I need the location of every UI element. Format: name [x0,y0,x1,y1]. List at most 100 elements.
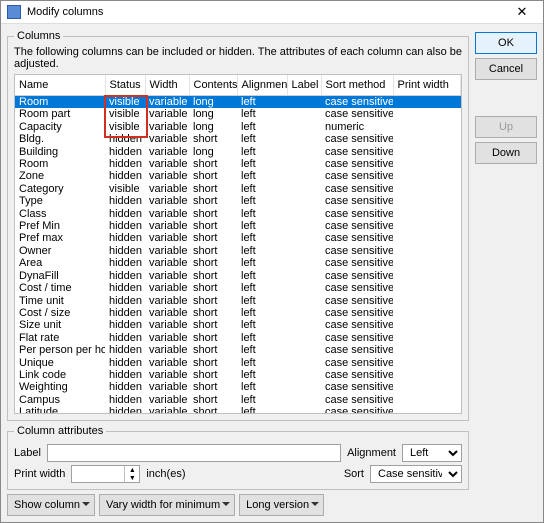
cell-sort: case sensitive [321,369,393,381]
column-header[interactable]: Contents [189,75,237,96]
cell-pw [393,394,461,406]
table-row[interactable]: Buildinghiddenvariablelongleftcase sensi… [15,146,461,158]
cell-width: variable [145,332,189,344]
table-row[interactable]: Cost / timehiddenvariableshortleftcase s… [15,282,461,294]
table-row[interactable]: Pref Minhiddenvariableshortleftcase sens… [15,220,461,232]
cell-align: left [237,257,287,269]
vary-width-dropdown[interactable]: Vary width for minimum [99,494,235,516]
table-row[interactable]: Roomvisiblevariablelongleftcase sensitiv… [15,96,461,109]
column-header[interactable]: Alignment [237,75,287,96]
cell-sort: case sensitive [321,220,393,232]
cell-align: left [237,406,287,414]
cell-align: left [237,307,287,319]
cell-contents: short [189,406,237,414]
cell-align: left [237,381,287,393]
cell-label [287,195,321,207]
table-row[interactable]: Capacityvisiblevariablelongleftnumeric [15,121,461,133]
cell-pw [393,282,461,294]
cell-pw [393,245,461,257]
spin-up-icon[interactable]: ▲ [125,466,139,474]
cell-label [287,158,321,170]
attributes-legend: Column attributes [14,425,106,437]
cell-label [287,146,321,158]
column-header[interactable]: Width [145,75,189,96]
table-row[interactable]: Bldg.hiddenvariableshortleftcase sensiti… [15,133,461,145]
cell-contents: short [189,394,237,406]
cell-sort: case sensitive [321,96,393,109]
table-row[interactable]: Latitudehiddenvariableshortleftcase sens… [15,406,461,414]
table-row[interactable]: Time unithiddenvariableshortleftcase sen… [15,295,461,307]
cell-label [287,183,321,195]
table-row[interactable]: Uniquehiddenvariableshortleftcase sensit… [15,357,461,369]
cell-width: variable [145,108,189,120]
cell-width: variable [145,158,189,170]
alignment-caption: Alignment [347,447,396,459]
columns-table[interactable]: NameStatusWidthContentsAlignmentLabelSor… [15,75,461,414]
long-version-dropdown[interactable]: Long version [239,494,324,516]
cell-status: hidden [105,133,145,145]
column-header[interactable]: Status [105,75,145,96]
cell-contents: short [189,307,237,319]
cell-align: left [237,295,287,307]
table-row[interactable]: Weightinghiddenvariableshortleftcase sen… [15,381,461,393]
column-header[interactable]: Print width [393,75,461,96]
table-row[interactable]: Typehiddenvariableshortleftcase sensitiv… [15,195,461,207]
table-row[interactable]: Campushiddenvariableshortleftcase sensit… [15,394,461,406]
cell-status: hidden [105,332,145,344]
cell-pw [393,121,461,133]
table-row[interactable]: Categoryvisiblevariableshortleftcase sen… [15,183,461,195]
window-title: Modify columns [27,6,507,18]
cell-contents: long [189,96,237,109]
cell-pw [393,96,461,109]
table-row[interactable]: Link codehiddenvariableshortleftcase sen… [15,369,461,381]
cell-status: visible [105,121,145,133]
cell-status: hidden [105,357,145,369]
cell-status: hidden [105,319,145,331]
titlebar[interactable]: Modify columns ✕ [1,1,543,24]
cancel-button[interactable]: Cancel [475,58,537,80]
down-button[interactable]: Down [475,142,537,164]
cell-name: Bldg. [15,133,105,145]
table-row[interactable]: Zonehiddenvariableshortleftcase sensitiv… [15,170,461,182]
spin-down-icon[interactable]: ▼ [125,474,139,482]
table-row[interactable]: Classhiddenvariableshortleftcase sensiti… [15,208,461,220]
label-field[interactable] [47,444,341,462]
cell-contents: short [189,381,237,393]
printwidth-caption: Print width [14,468,65,480]
table-row[interactable]: Size unithiddenvariableshortleftcase sen… [15,319,461,331]
chevron-down-icon [82,500,90,508]
cell-name: Campus [15,394,105,406]
show-column-dropdown[interactable]: Show column [7,494,95,516]
cell-width: variable [145,183,189,195]
printwidth-field[interactable] [72,466,124,482]
cell-align: left [237,319,287,331]
table-row[interactable]: Cost / sizehiddenvariableshortleftcase s… [15,307,461,319]
cell-status: hidden [105,257,145,269]
column-header[interactable]: Name [15,75,105,96]
cell-name: Category [15,183,105,195]
column-header[interactable]: Sort method [321,75,393,96]
cell-sort: case sensitive [321,170,393,182]
table-row[interactable]: Pref maxhiddenvariableshortleftcase sens… [15,232,461,244]
table-row[interactable]: Areahiddenvariableshortleftcase sensitiv… [15,257,461,269]
cell-sort: case sensitive [321,108,393,120]
cell-status: hidden [105,170,145,182]
table-row[interactable]: Flat ratehiddenvariableshortleftcase sen… [15,332,461,344]
cell-sort: case sensitive [321,357,393,369]
cell-contents: short [189,295,237,307]
table-row[interactable]: Room partvisiblevariablelongleftcase sen… [15,108,461,120]
table-row[interactable]: DynaFillhiddenvariableshortleftcase sens… [15,270,461,282]
cell-pw [393,381,461,393]
alignment-select[interactable]: Left [402,444,462,462]
cell-name: Flat rate [15,332,105,344]
column-header[interactable]: Label [287,75,321,96]
table-row[interactable]: Per person per hourhiddenvariableshortle… [15,344,461,356]
up-button[interactable]: Up [475,116,537,138]
printwidth-spinner[interactable]: ▲▼ [71,465,140,483]
close-button[interactable]: ✕ [507,4,537,20]
table-row[interactable]: Ownerhiddenvariableshortleftcase sensiti… [15,245,461,257]
ok-button[interactable]: OK [475,32,537,54]
sort-select[interactable]: Case sensitive [370,465,462,483]
table-row[interactable]: Roomhiddenvariableshortleftcase sensitiv… [15,158,461,170]
cell-contents: short [189,319,237,331]
